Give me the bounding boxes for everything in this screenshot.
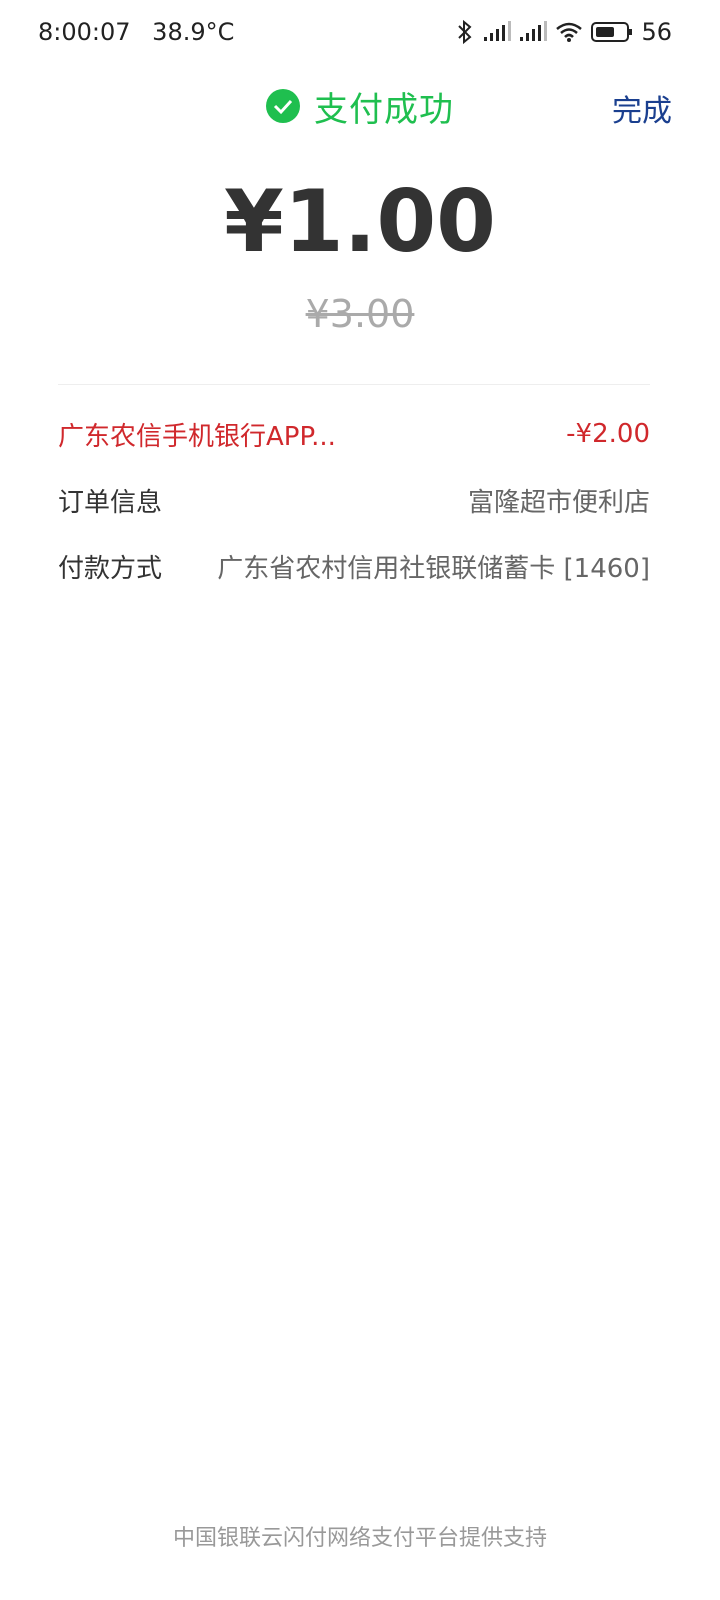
discount-label: 广东农信手机银行APP... xyxy=(58,421,336,452)
bluetooth-icon xyxy=(458,19,472,45)
footer-text: 中国银联云闪付网络支付平台提供支持 xyxy=(172,1526,547,1551)
status-right: 56 xyxy=(455,18,672,46)
payment-method-value: 广东省农村信用社银联储蓄卡 [1460] xyxy=(217,553,650,584)
battery-icon xyxy=(591,22,633,42)
signal-icon-2 xyxy=(520,21,548,41)
signal-icon xyxy=(484,21,512,41)
discount-row: 广东农信手机银行APP... -¥2.00 xyxy=(58,412,650,456)
status-temperature: 38.9°C xyxy=(152,18,235,46)
done-button[interactable]: 完成 xyxy=(612,86,672,130)
status-time: 8:00:07 xyxy=(38,18,131,46)
discount-value: -¥2.00 xyxy=(566,419,650,449)
result-header: 支付成功 完成 xyxy=(0,72,720,140)
order-info-label: 订单信息 xyxy=(58,487,163,518)
order-info-row: 订单信息 富隆超市便利店 xyxy=(58,478,650,522)
original-amount: ¥3.00 xyxy=(305,292,415,336)
status-bar: 8:00:07 38.9°C 56 xyxy=(0,0,720,64)
divider xyxy=(58,384,650,385)
payment-method-label: 付款方式 xyxy=(58,553,163,584)
wifi-icon xyxy=(556,22,583,42)
page-title: 支付成功 xyxy=(314,89,454,130)
paid-amount: ¥1.00 xyxy=(223,172,497,272)
order-info-value: 富隆超市便利店 xyxy=(467,487,650,518)
payment-method-row: 付款方式 广东省农村信用社银联储蓄卡 [1460] xyxy=(58,544,650,588)
check-circle-icon xyxy=(266,89,300,123)
battery-level: 56 xyxy=(641,18,672,46)
status-left: 8:00:07 38.9°C xyxy=(38,18,248,46)
